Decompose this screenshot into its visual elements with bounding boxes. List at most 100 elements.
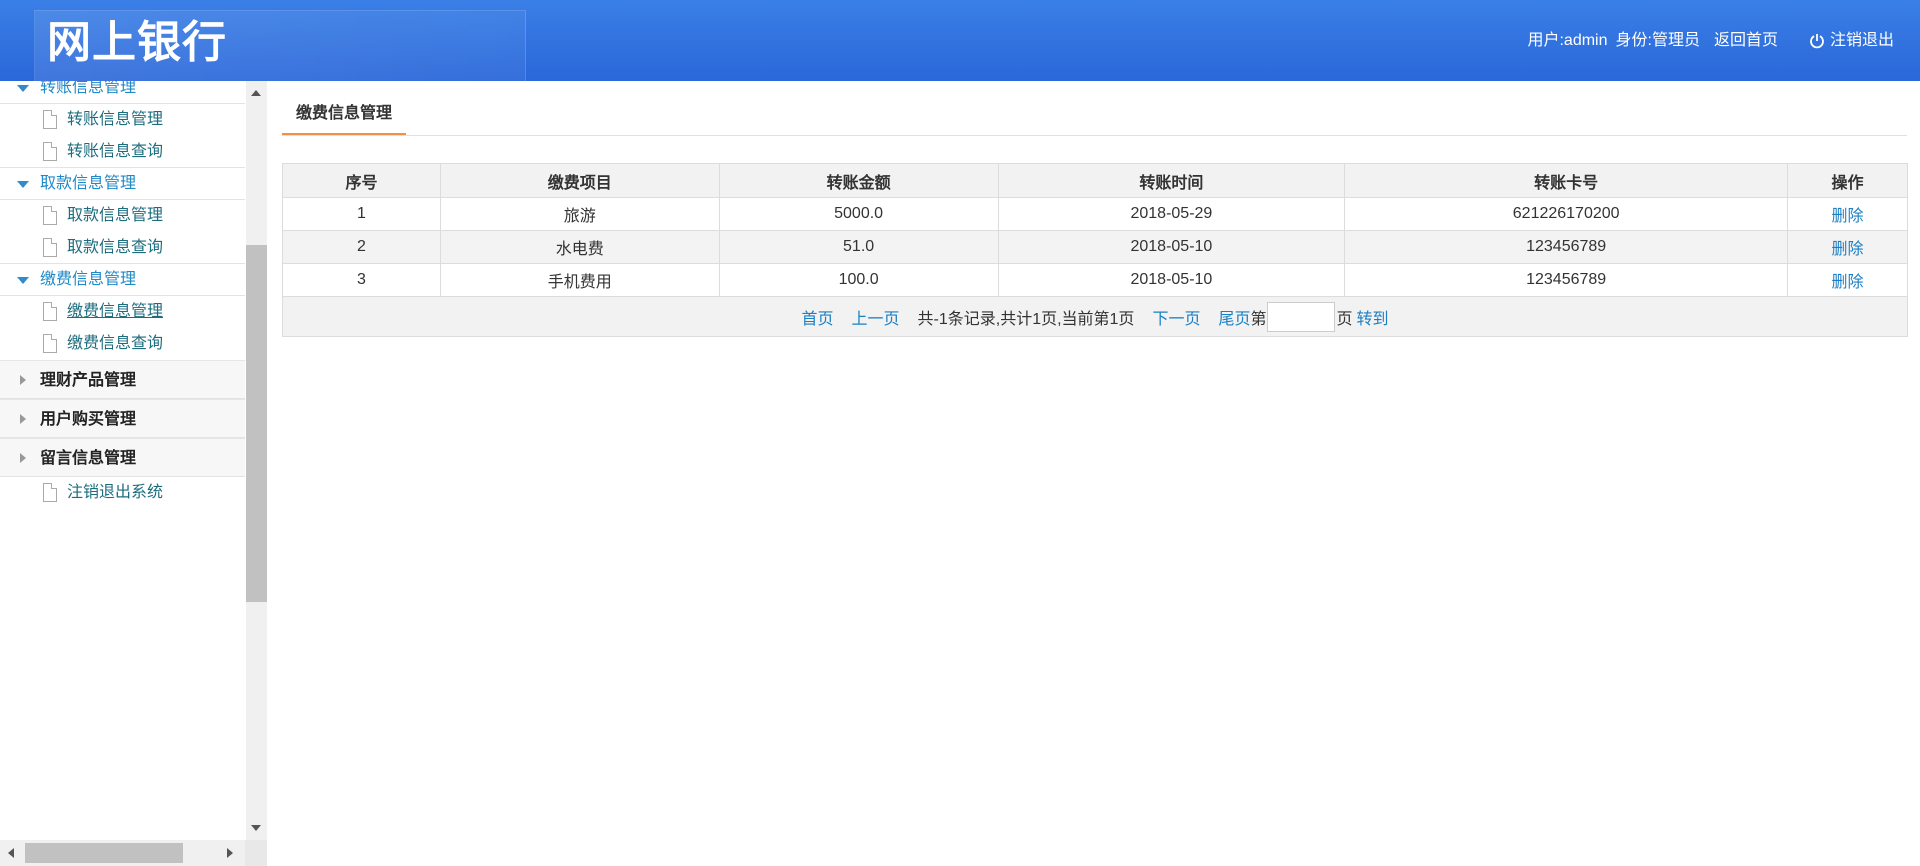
sidebar-group-payment[interactable]: 缴费信息管理 (0, 264, 245, 296)
cell-amount: 100.0 (718, 263, 999, 297)
cell-card: 123456789 (1344, 230, 1789, 264)
sidebar-item-label: 转账信息管理 (67, 111, 164, 128)
last-page-link[interactable]: 尾页 (1218, 305, 1250, 329)
sidebar-group-transfer[interactable]: 转账信息管理 (0, 81, 245, 104)
delete-link[interactable]: 删除 (1832, 208, 1864, 225)
column-header: 操作 (1787, 163, 1908, 198)
sidebar-item-label: 缴费信息查询 (67, 335, 164, 352)
column-header: 转账卡号 (1344, 163, 1789, 198)
document-icon (43, 334, 57, 353)
sidebar-item-label: 取款信息管理 (67, 207, 164, 224)
user-label: 用户: (1527, 32, 1564, 49)
scroll-thumb[interactable] (25, 843, 183, 863)
document-icon (43, 110, 57, 129)
prev-page-link[interactable]: 上一页 (852, 305, 900, 329)
document-icon (43, 238, 57, 257)
sidebar-item-payment-manage[interactable]: 缴费信息管理 (0, 296, 245, 328)
scrollbar-corner (245, 840, 267, 866)
triangle-down-icon (17, 277, 29, 284)
user-name: admin (1563, 32, 1608, 49)
scroll-thumb[interactable] (246, 245, 267, 602)
column-header: 转账金额 (718, 163, 999, 198)
sidebar-item-transfer-query[interactable]: 转账信息查询 (0, 136, 245, 168)
cell-action: 删除 (1787, 263, 1908, 297)
column-header: 序号 (282, 163, 441, 198)
pagination: 首页 上一页 共-1条记录,共计1页,当前第1页 下一页 尾页 第 页 转到 (283, 301, 1907, 332)
cell-card: 621226170200 (1344, 197, 1789, 231)
cell-time: 2018-05-29 (997, 197, 1346, 231)
page-number-input[interactable] (1267, 301, 1336, 332)
power-icon (1810, 34, 1824, 49)
triangle-down-icon (17, 85, 29, 92)
tab-bar: 缴费信息管理 (282, 100, 1907, 136)
cell-amount: 51.0 (718, 230, 999, 264)
document-icon (43, 302, 57, 321)
delete-link[interactable]: 删除 (1832, 274, 1864, 291)
sidebar-item-withdraw-query[interactable]: 取款信息查询 (0, 232, 245, 264)
tab-payment-manage[interactable]: 缴费信息管理 (282, 100, 407, 135)
first-page-link[interactable]: 首页 (801, 305, 833, 329)
top-header: 网上银行 用户: admin 身份: 管理员 返回首页 注销退出 (0, 0, 1920, 81)
cell-item: 旅游 (439, 197, 720, 231)
scroll-left-icon[interactable] (8, 848, 14, 858)
document-icon (43, 142, 57, 161)
table-header-row: 序号 缴费项目 转账金额 转账时间 转账卡号 操作 (282, 163, 1908, 198)
cell-card: 123456789 (1344, 263, 1789, 297)
scroll-down-icon[interactable] (251, 825, 261, 831)
table-row: 3 手机费用 100.0 2018-05-10 123456789 删除 (282, 263, 1908, 297)
main-content: 缴费信息管理 序号 缴费项目 转账金额 转账时间 转账卡号 操作 1 旅游 50… (267, 81, 1920, 866)
triangle-right-icon (20, 453, 26, 463)
pager-info: 共-1条记录,共计1页,当前第1页 (917, 310, 1135, 328)
sidebar-vertical-scrollbar[interactable] (246, 81, 267, 840)
triangle-down-icon (17, 181, 29, 188)
scroll-right-icon[interactable] (227, 848, 233, 858)
delete-link[interactable]: 删除 (1832, 241, 1864, 258)
home-link[interactable]: 返回首页 (1714, 26, 1778, 56)
logout-link[interactable]: 注销退出 (1809, 26, 1894, 56)
cell-time: 2018-05-10 (997, 263, 1346, 297)
triangle-right-icon (20, 375, 26, 385)
cell-item: 手机费用 (439, 263, 720, 297)
sidebar-group-finance-products[interactable]: 理财产品管理 (0, 360, 245, 399)
payment-table: 序号 缴费项目 转账金额 转账时间 转账卡号 操作 1 旅游 5000.0 20… (282, 163, 1908, 337)
app-logo: 网上银行 (47, 17, 227, 68)
go-to-page-link[interactable]: 转到 (1357, 305, 1389, 329)
cell-amount: 5000.0 (718, 197, 999, 231)
cell-no: 2 (282, 230, 441, 264)
role-label: 身份: (1615, 32, 1652, 49)
sidebar-item-label: 取款信息查询 (67, 239, 164, 256)
cell-no: 1 (282, 197, 441, 231)
sidebar-group-label: 留言信息管理 (40, 450, 137, 467)
cell-item: 水电费 (439, 230, 720, 264)
cell-action: 删除 (1787, 230, 1908, 264)
sidebar-group-label: 取款信息管理 (40, 175, 137, 192)
scroll-up-icon[interactable] (251, 90, 261, 96)
sidebar-group-label: 缴费信息管理 (40, 271, 137, 288)
sidebar-item-withdraw-manage[interactable]: 取款信息管理 (0, 200, 245, 232)
logout-label: 注销退出 (1829, 32, 1894, 49)
triangle-right-icon (20, 414, 26, 424)
pager-cell: 首页 上一页 共-1条记录,共计1页,当前第1页 下一页 尾页 第 页 转到 (282, 296, 1908, 337)
sidebar-item-logout-system[interactable]: 注销退出系统 (0, 477, 245, 509)
sidebar-group-withdraw[interactable]: 取款信息管理 (0, 168, 245, 200)
column-header: 缴费项目 (439, 163, 720, 198)
cell-no: 3 (282, 263, 441, 297)
sidebar-group-label: 用户购买管理 (40, 411, 137, 428)
sidebar-item-payment-query[interactable]: 缴费信息查询 (0, 328, 245, 360)
document-icon (43, 206, 57, 225)
sidebar-menu: 转账信息管理 转账信息管理 转账信息查询 取款信息管理 取款信息管理 取款信息查… (0, 81, 245, 509)
document-icon (43, 483, 57, 502)
sidebar-group-messages[interactable]: 留言信息管理 (0, 438, 245, 477)
sidebar-item-transfer-manage[interactable]: 转账信息管理 (0, 104, 245, 136)
sidebar-item-label: 注销退出系统 (67, 484, 164, 501)
table-row: 2 水电费 51.0 2018-05-10 123456789 删除 (282, 230, 1908, 264)
sidebar-group-user-purchase[interactable]: 用户购买管理 (0, 399, 245, 438)
table-row: 1 旅游 5000.0 2018-05-29 621226170200 删除 (282, 197, 1908, 231)
next-page-link[interactable]: 下一页 (1152, 305, 1200, 329)
sidebar-item-label: 转账信息查询 (67, 143, 164, 160)
sidebar-item-label: 缴费信息管理 (67, 303, 164, 320)
user-bar: 用户: admin 身份: 管理员 返回首页 注销退出 (1527, 26, 1894, 56)
pager-row: 首页 上一页 共-1条记录,共计1页,当前第1页 下一页 尾页 第 页 转到 (282, 296, 1908, 337)
sidebar-group-label: 理财产品管理 (40, 372, 137, 389)
sidebar-horizontal-scrollbar[interactable] (0, 840, 267, 866)
